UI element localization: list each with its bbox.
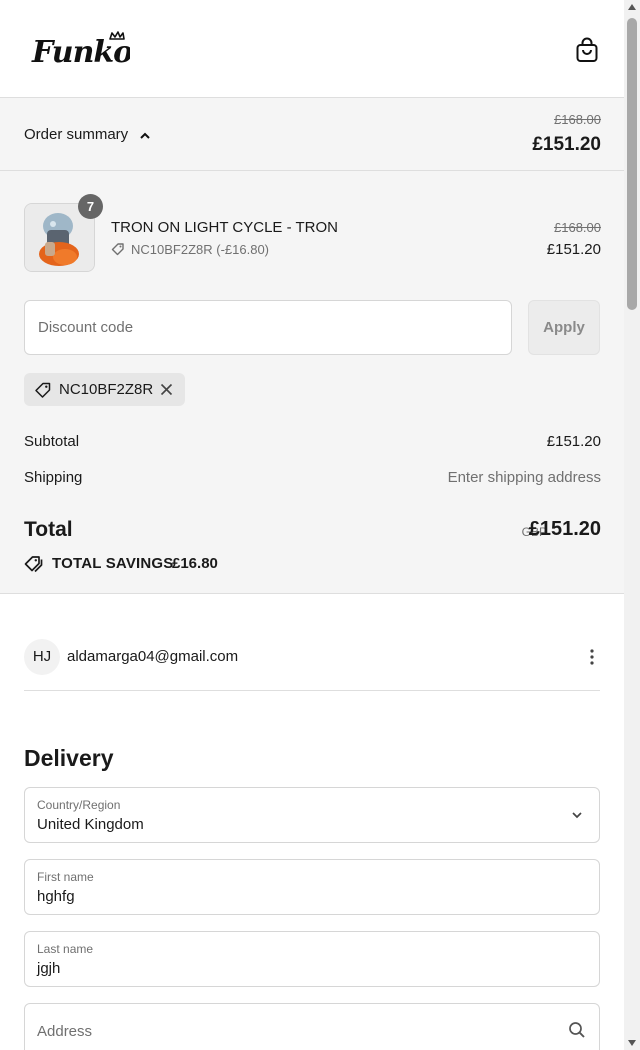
tag-icon	[35, 382, 51, 398]
product-original-price: £168.00	[554, 220, 601, 235]
apply-button[interactable]: Apply	[528, 300, 600, 355]
account-email: aldamarga04@gmail.com	[67, 648, 239, 665]
delivery-heading: Delivery	[24, 745, 114, 771]
more-options-icon[interactable]	[584, 647, 600, 667]
header: Funko	[0, 0, 624, 98]
scroll-up-arrow-icon[interactable]	[628, 4, 636, 10]
avatar: HJ	[24, 639, 60, 675]
product-title: TRON ON LIGHT CYCLE - TRON	[111, 219, 338, 236]
last-name-label: Last name	[37, 942, 94, 956]
country-select[interactable]: Country/Region United Kingdom	[24, 787, 600, 843]
total-savings-label: TOTAL SAVINGS	[52, 555, 174, 572]
total-value: £151.20	[528, 518, 601, 540]
shopping-bag-icon[interactable]	[575, 37, 599, 63]
tag-icon	[111, 243, 124, 256]
quantity-badge: 7	[78, 194, 103, 219]
vertical-scrollbar[interactable]	[624, 0, 640, 1050]
funko-logo[interactable]: Funko	[30, 30, 130, 70]
subtotal-value: £151.20	[546, 433, 601, 450]
savings-tag-icon	[24, 556, 43, 573]
first-name-value: hghfg	[37, 888, 75, 905]
remove-discount-icon[interactable]	[159, 382, 174, 397]
shipping-label: Shipping	[24, 469, 83, 486]
divider	[24, 690, 600, 691]
subtotal-label: Subtotal	[24, 433, 80, 450]
address-placeholder: Address	[37, 1023, 93, 1040]
country-value: United Kingdom	[37, 816, 144, 833]
order-summary-panel: Order summary £168.00 £151.20 7 TRON ON …	[0, 98, 624, 594]
chevron-down-icon	[572, 812, 582, 819]
product-price: £151.20	[546, 241, 601, 258]
search-icon[interactable]	[568, 1021, 586, 1039]
first-name-field[interactable]: First name hghfg	[24, 859, 600, 915]
order-summary-toggle[interactable]: Order summary £168.00 £151.20	[0, 98, 624, 171]
order-summary-label: Order summary	[24, 126, 129, 143]
account-section: HJ aldamarga04@gmail.com	[0, 595, 624, 691]
chevron-up-icon	[140, 132, 150, 139]
applied-discount-code: NC10BF2Z8R	[59, 381, 154, 398]
applied-discount-chip: NC10BF2Z8R	[24, 373, 185, 406]
country-label: Country/Region	[37, 798, 121, 812]
address-field[interactable]: Address	[24, 1003, 600, 1050]
last-name-value: jgjh	[37, 960, 61, 977]
scrollbar-thumb[interactable]	[627, 18, 637, 310]
order-original-total: £168.00	[554, 112, 601, 127]
checkout-page: Funko Order summary £168.00 £151.20 7 TR…	[0, 0, 624, 1050]
first-name-label: First name	[37, 870, 94, 884]
svg-text:Funko: Funko	[31, 35, 130, 70]
shipping-value: Enter shipping address	[447, 469, 601, 486]
last-name-field[interactable]: Last name jgjh	[24, 931, 600, 987]
discount-code-input[interactable]	[24, 300, 512, 355]
total-label: Total	[24, 518, 73, 541]
order-total: £151.20	[532, 134, 601, 155]
product-discount: NC10BF2Z8R (-£16.80)	[131, 242, 269, 257]
total-savings-value: £16.80	[172, 555, 218, 572]
scroll-down-arrow-icon[interactable]	[628, 1040, 636, 1046]
